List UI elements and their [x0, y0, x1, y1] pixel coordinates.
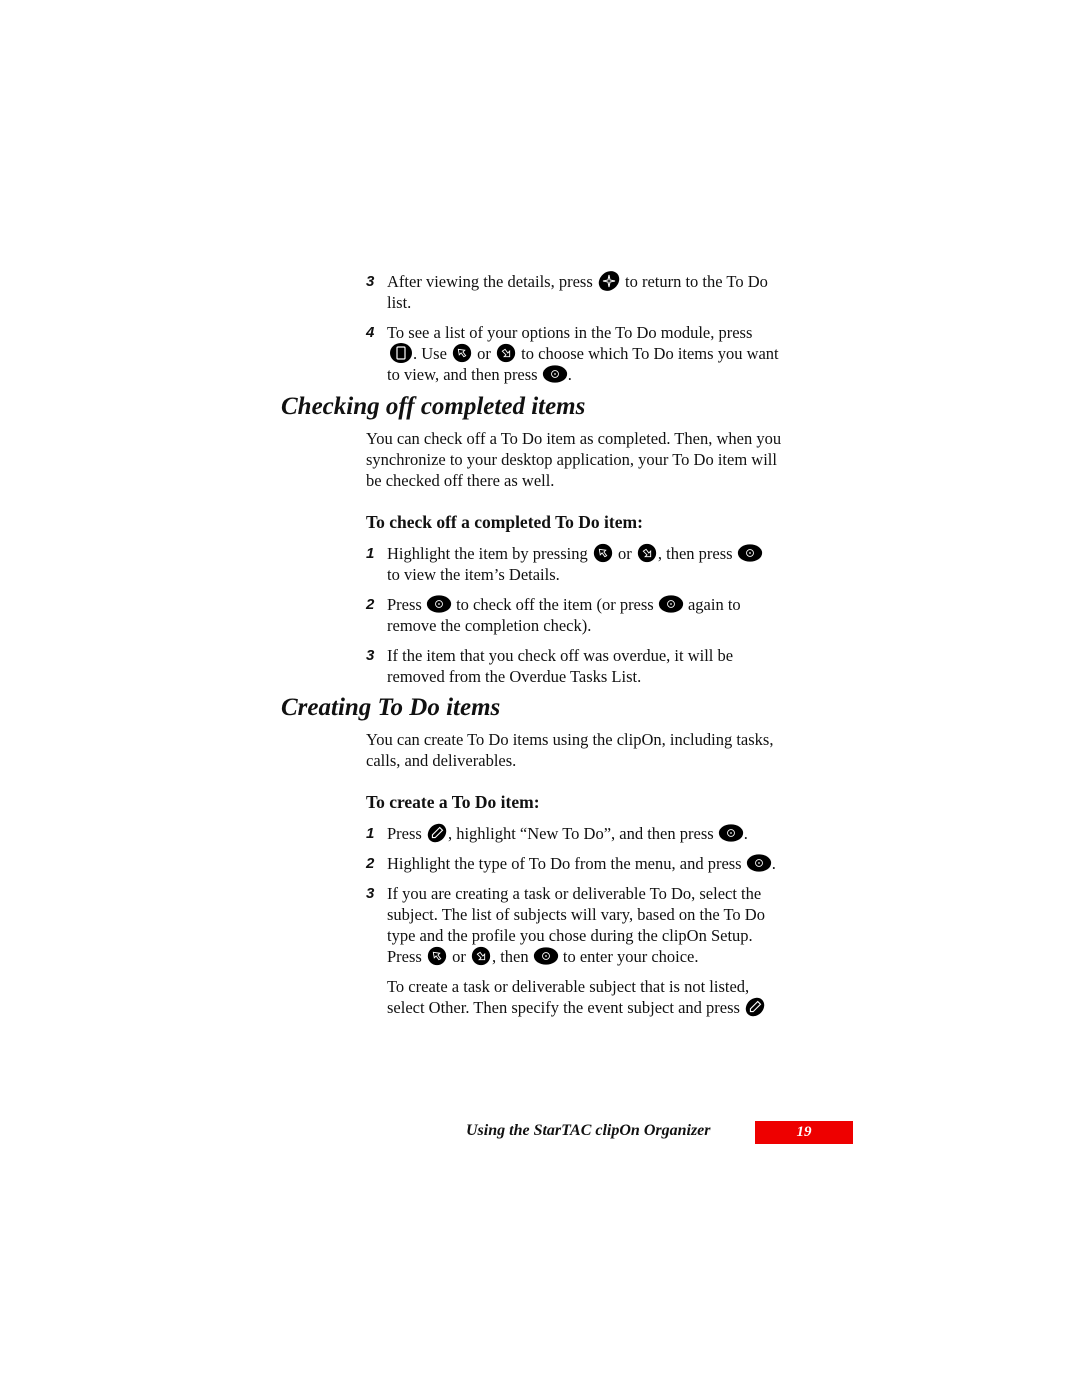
menu-key-icon	[389, 341, 413, 365]
new-pencil-key-icon	[744, 996, 766, 1018]
step-text: If the item that you check off was overd…	[387, 646, 734, 665]
diamond-back-key-icon	[597, 269, 621, 293]
step-text: to view the item’s Details.	[387, 565, 560, 584]
select-key-icon	[542, 364, 568, 384]
intro-line: You can create To Do items using the cli…	[366, 730, 774, 749]
step-number: 3	[366, 885, 375, 902]
intro-line: You can check off a To Do item as comple…	[366, 429, 782, 448]
step-number: 3	[366, 273, 375, 290]
step-text: to view, and then press .	[387, 364, 572, 384]
procedure-title: To create a To Do item:	[366, 792, 540, 812]
step-text: Press or , then to enter your choice.	[387, 945, 699, 967]
step-text: Highlight the item by pressing or , then…	[387, 543, 763, 566]
step-text: Press , highlight “New To Do”, and then …	[387, 823, 748, 846]
step-number: 3	[366, 647, 375, 664]
footer-title: Using the StarTAC clipOn Organizer	[466, 1122, 711, 1139]
step-text: If you are creating a task or deliverabl…	[387, 884, 762, 903]
step-number: 1	[366, 825, 375, 842]
select-key-icon	[746, 853, 772, 873]
step-number: 2	[366, 596, 375, 613]
step-text: To see a list of your options in the To …	[387, 323, 753, 342]
section-heading: Checking off completed items	[281, 393, 586, 420]
step-text: remove the completion check).	[387, 616, 592, 635]
select-key-icon	[533, 946, 559, 966]
intro-line: synchronize to your desktop application,…	[366, 450, 777, 469]
note-line: To create a task or deliverable subject …	[387, 977, 750, 996]
step-text: subject. The list of subjects will vary,…	[387, 905, 765, 924]
step-number: 1	[366, 545, 375, 562]
note-line: select Other. Then specify the event sub…	[387, 997, 766, 1020]
page-number: 19	[755, 1121, 853, 1144]
intro-line: be checked off there as well.	[366, 471, 555, 490]
scroll-down-key-icon	[470, 945, 492, 967]
step-text: After viewing the details, press to retu…	[387, 271, 768, 295]
scroll-up-key-icon	[426, 945, 448, 967]
select-key-icon	[737, 543, 763, 563]
step-number: 2	[366, 855, 375, 872]
select-key-icon	[658, 594, 684, 614]
step-text: Highlight the type of To Do from the men…	[387, 853, 776, 873]
scroll-up-key-icon	[592, 542, 614, 564]
procedure-title: To check off a completed To Do item:	[366, 512, 643, 532]
select-key-icon	[426, 594, 452, 614]
step-text: list.	[387, 293, 412, 312]
scroll-down-key-icon	[636, 542, 658, 564]
step-text: removed from the Overdue Tasks List.	[387, 667, 642, 686]
scroll-up-key-icon	[451, 342, 473, 364]
step-text: type and the profile you chose during th…	[387, 926, 753, 945]
section-heading: Creating To Do items	[281, 694, 501, 721]
step-number: 4	[366, 324, 375, 341]
step-text: Press to check off the item (or press ag…	[387, 594, 741, 614]
new-pencil-key-icon	[426, 822, 448, 844]
scroll-down-key-icon	[495, 342, 517, 364]
select-key-icon	[718, 823, 744, 843]
intro-line: calls, and deliverables.	[366, 751, 517, 770]
